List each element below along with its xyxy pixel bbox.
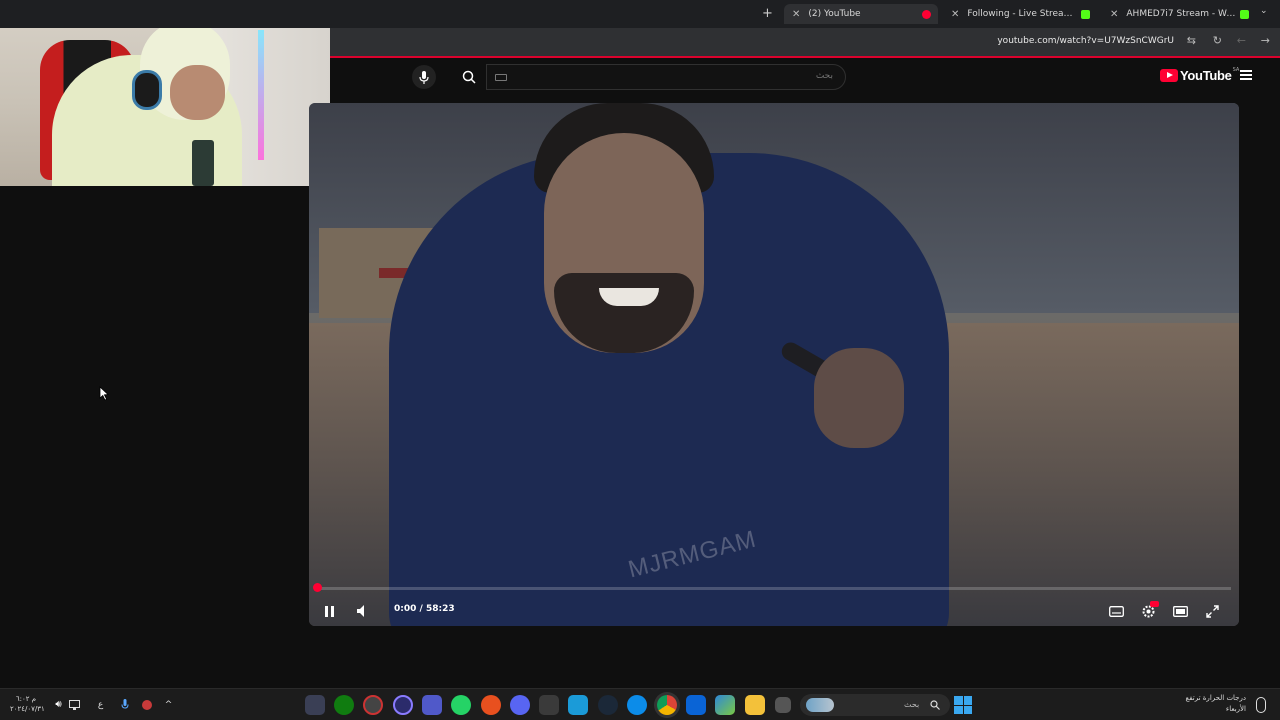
pause-button[interactable] — [317, 599, 341, 623]
fullscreen-button[interactable] — [1200, 599, 1224, 623]
input-language[interactable]: ع — [94, 698, 107, 711]
youtube-logo[interactable]: YouTube SA — [1160, 66, 1240, 83]
mail-icon[interactable] — [686, 695, 706, 715]
settings-button[interactable] — [1136, 599, 1160, 623]
weather-line1: درجات الحرارة ترتفع — [1185, 694, 1246, 702]
store-icon[interactable] — [568, 695, 588, 715]
region-code: SA — [1232, 66, 1240, 73]
new-tab-button[interactable]: + — [762, 6, 773, 21]
taskbar-search-label: بحث — [904, 700, 920, 709]
xbox-icon[interactable] — [334, 695, 354, 715]
origin-icon[interactable] — [481, 695, 501, 715]
microphone-icon — [419, 70, 429, 84]
whatsapp-icon[interactable] — [451, 695, 471, 715]
show-hidden-icons-icon[interactable]: ^ — [162, 698, 175, 711]
subtitles-button[interactable] — [1104, 599, 1128, 623]
back-icon[interactable]: → — [1261, 34, 1270, 47]
kick-icon — [1081, 9, 1091, 19]
browser-tab-strip: + ✕ (2) YouTube ✕ Following - Live Strea… — [0, 0, 1280, 28]
youtube-wordmark: YouTube — [1180, 68, 1232, 83]
task-view-icon[interactable] — [775, 697, 791, 713]
address-bar: youtube.com/watch?v=U7WzSnCWGrU ⇆ ↻ ← → — [330, 28, 1280, 56]
search-icon — [462, 70, 476, 84]
youtube-icon — [922, 9, 932, 19]
search-highlight-image — [806, 698, 834, 712]
streamlabs-icon[interactable] — [305, 695, 325, 715]
weather-widget[interactable]: درجات الحرارة ترتفع الأربعاء — [1186, 693, 1246, 715]
microphone-tray-icon[interactable] — [118, 698, 131, 711]
cortana-icon[interactable] — [393, 695, 413, 715]
speaker-icon[interactable]: 🔊︎ — [52, 698, 65, 711]
kick-icon — [1240, 9, 1250, 19]
youtube-play-icon — [1160, 69, 1178, 82]
thermometer-icon — [1256, 697, 1266, 713]
chrome-icon[interactable] — [657, 695, 677, 715]
progress-bar[interactable] — [317, 587, 1231, 590]
edge-icon[interactable] — [627, 695, 647, 715]
fullscreen-icon — [1205, 604, 1219, 618]
close-tab-icon[interactable]: ✕ — [792, 9, 800, 20]
player-controls: 0:00 / 58:23 — [309, 596, 1239, 626]
steam-icon[interactable] — [598, 695, 618, 715]
voice-search-button[interactable] — [412, 65, 436, 89]
close-tab-icon[interactable]: ✕ — [951, 9, 959, 20]
close-tab-icon[interactable]: ✕ — [1110, 9, 1118, 20]
time-display: 0:00 / 58:23 — [394, 604, 455, 614]
video-player[interactable]: MJRMGAM 0:00 / 58:23 — [309, 103, 1239, 626]
windows-taskbar: م ٦:٠٢ ٢٠٢٤/٠٧/٣١ 🔊︎ ع ^ بحث درجات الحرا… — [0, 688, 1280, 720]
youtube-header: YouTube SA — [330, 58, 1280, 98]
tab-title: Following - Live Streams on Kick — [967, 9, 1077, 19]
site-settings-icon[interactable]: ⇆ — [1187, 34, 1196, 47]
search-button[interactable] — [452, 64, 486, 90]
teams-icon[interactable] — [422, 695, 442, 715]
weather-line2: الأربعاء — [1225, 705, 1246, 713]
scrubber-handle[interactable] — [313, 583, 322, 592]
taskbar-search[interactable]: بحث — [800, 694, 950, 716]
subtitles-icon — [1108, 605, 1124, 617]
search-icon — [930, 700, 940, 710]
theater-icon — [1172, 605, 1188, 617]
tab-search-chevron-icon[interactable]: ⌄ — [1260, 6, 1268, 16]
forward-icon[interactable]: ← — [1237, 34, 1246, 47]
tray-clock[interactable]: م ٦:٠٢ ٢٠٢٤/٠٧/٣١ — [10, 694, 45, 714]
clock-time: م ٦:٠٢ — [15, 695, 37, 703]
app-tray-icon[interactable] — [140, 698, 153, 711]
photos-icon[interactable] — [715, 695, 735, 715]
tab-kick-following[interactable]: ✕ Following - Live Streams on Kick — [943, 4, 1093, 24]
url-field[interactable]: youtube.com/watch?v=U7WzSnCWGrU — [997, 36, 1174, 46]
search-input[interactable] — [533, 71, 833, 81]
tab-youtube[interactable]: ✕ (2) YouTube — [784, 4, 938, 24]
clock-app-icon[interactable] — [363, 695, 383, 715]
tab-kick-stream[interactable]: ✕ AHMED7i7 Stream - Watch Live — [1102, 4, 1252, 24]
clock-date: ٢٠٢٤/٠٧/٣١ — [10, 705, 45, 713]
search-box[interactable] — [486, 64, 846, 90]
file-explorer-icon[interactable] — [745, 695, 765, 715]
discord-icon[interactable] — [510, 695, 530, 715]
start-button[interactable] — [954, 696, 972, 714]
hd-badge — [1150, 601, 1159, 607]
reload-icon[interactable]: ↻ — [1213, 34, 1222, 47]
tab-title: (2) YouTube — [808, 9, 861, 19]
volume-button[interactable] — [351, 599, 375, 623]
calculator-icon[interactable] — [539, 695, 559, 715]
tab-title: AHMED7i7 Stream - Watch Live — [1126, 9, 1236, 19]
mouse-cursor-icon — [99, 386, 109, 401]
volume-icon — [357, 605, 364, 617]
keyboard-icon[interactable] — [495, 74, 507, 81]
menu-icon[interactable] — [1240, 70, 1252, 80]
network-icon[interactable] — [68, 698, 81, 711]
theater-mode-button[interactable] — [1168, 599, 1192, 623]
